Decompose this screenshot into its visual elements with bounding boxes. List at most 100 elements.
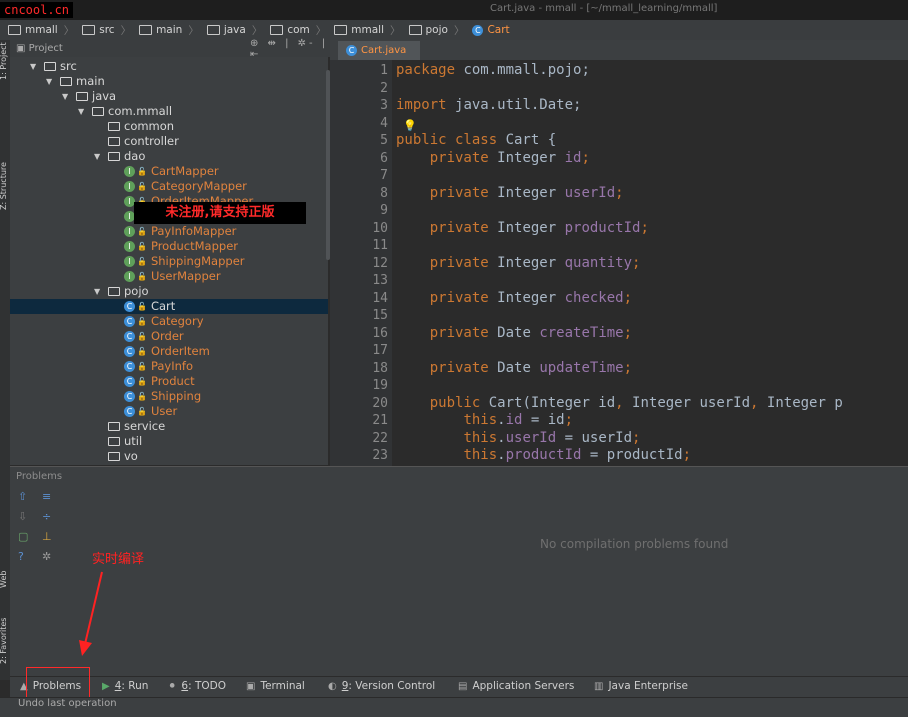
tree-item[interactable]: vo: [10, 449, 328, 464]
tree-item[interactable]: ▼ main: [10, 74, 328, 89]
tree-item[interactable]: I 🔓 ProductMapper: [10, 239, 328, 254]
tree-item[interactable]: C 🔓 PayInfo: [10, 359, 328, 374]
line-number: 20: [372, 395, 388, 411]
expand-arrow-icon[interactable]: ▼: [30, 59, 44, 74]
code-token: Integer p: [766, 394, 843, 411]
expand-arrow-icon[interactable]: ▼: [94, 284, 108, 299]
code-token: = id: [522, 412, 565, 428]
folder-icon: [8, 25, 21, 35]
folder-icon: [270, 25, 284, 35]
prev-problem-icon[interactable]: ⇩: [18, 510, 27, 523]
code-token: private: [429, 324, 498, 341]
tree-item[interactable]: C 🔓 User: [10, 404, 328, 419]
tree-item[interactable]: common: [10, 119, 328, 134]
structure-strip-button[interactable]: Z: Structure: [0, 162, 8, 210]
breadcrumb-item[interactable]: src 〉: [82, 23, 131, 38]
folder-icon: [206, 25, 220, 35]
folder-icon: [108, 287, 120, 296]
tree-item[interactable]: util: [10, 434, 328, 449]
tool-window-button[interactable]: ▣ Terminal: [246, 680, 305, 692]
breadcrumb-item[interactable]: pojo 〉: [408, 23, 465, 38]
code-token: this: [463, 429, 498, 446]
project-view-selector[interactable]: ▣ Project: [16, 43, 63, 54]
breadcrumb-separator: 〉: [453, 24, 465, 37]
export-icon[interactable]: ▢: [18, 530, 28, 543]
tree-item[interactable]: I 🔓 ShippingMapper: [10, 254, 328, 269]
project-folder-icon: ▣: [16, 43, 29, 54]
expand-all-icon[interactable]: ⇧: [18, 490, 27, 503]
code-token: ;: [632, 429, 641, 446]
tool-window-button[interactable]: ▤ Application Servers: [458, 680, 574, 692]
tree-item[interactable]: C 🔓 Category: [10, 314, 328, 329]
help-icon[interactable]: ?: [18, 550, 24, 563]
expand-arrow-icon[interactable]: ▼: [62, 89, 76, 104]
expand-arrow-icon[interactable]: ▼: [46, 74, 60, 89]
line-number: 15: [372, 308, 388, 323]
code-token: productId: [505, 447, 582, 463]
lightbulb-icon[interactable]: 💡: [403, 119, 417, 132]
project-strip-button[interactable]: 1: Project: [0, 42, 8, 80]
tree-item[interactable]: I 🔓 CategoryMapper: [10, 179, 328, 194]
tool-window-button[interactable]: ▥ Java Enterprise: [594, 680, 688, 692]
status-text: Undo last operation: [18, 698, 117, 709]
tree-item[interactable]: C 🔓 Shipping: [10, 389, 328, 404]
tree-item-label: util: [124, 434, 143, 448]
breadcrumb-item[interactable]: com 〉: [270, 23, 326, 38]
tool-window-label: Java Enterprise: [608, 680, 688, 692]
tree-item[interactable]: ▼ src: [10, 59, 328, 74]
tree-item[interactable]: ▼ java: [10, 89, 328, 104]
tool-window-button[interactable]: ◐ 9: Version Control: [328, 680, 435, 692]
autoscroll-icon[interactable]: ⊥: [42, 530, 52, 543]
breadcrumb-item[interactable]: mmall 〉: [334, 23, 401, 38]
tree-item-label: PayInfoMapper: [150, 224, 237, 238]
settings-icon[interactable]: ✲: [42, 550, 51, 563]
class-icon: C: [124, 316, 135, 327]
breadcrumb-item[interactable]: main 〉: [139, 23, 199, 38]
class-icon: C: [472, 24, 484, 36]
tree-item[interactable]: C 🔓 OrderItem: [10, 344, 328, 359]
interface-icon: I: [124, 241, 135, 252]
tree-item[interactable]: C 🔓 Order: [10, 329, 328, 344]
code-editor[interactable]: package com.mmall.pojo; import java.util.…: [392, 60, 908, 466]
folder-icon: [82, 25, 96, 35]
interface-icon: I: [124, 226, 135, 237]
tree-item[interactable]: service: [10, 419, 328, 434]
tool-window-button[interactable]: ⚫ 6: TODO: [168, 680, 226, 692]
tree-item[interactable]: I 🔓 CartMapper: [10, 164, 328, 179]
favorites-strip-button[interactable]: 2: Favorites: [0, 618, 8, 664]
breadcrumb-item[interactable]: java 〉: [206, 23, 262, 38]
tree-item[interactable]: ▼ com.mmall: [10, 104, 328, 119]
tree-item-label: com.mmall: [108, 104, 173, 118]
no-problems-message: No compilation problems found: [540, 537, 729, 551]
collapse-all-icon[interactable]: ≡: [42, 490, 51, 503]
code-line: private Integer productId;: [396, 220, 649, 236]
tree-item[interactable]: controller: [10, 134, 328, 149]
tree-item[interactable]: C 🔓 Product: [10, 374, 328, 389]
breadcrumb-separator: 〉: [390, 24, 401, 37]
breadcrumb-item[interactable]: mmall 〉: [8, 23, 74, 38]
code-token: ,: [615, 394, 633, 411]
breadcrumb-item[interactable]: C Cart: [472, 24, 510, 36]
expand-arrow-icon[interactable]: ▼: [78, 104, 92, 119]
next-problem-icon[interactable]: ÷: [42, 510, 51, 523]
tree-item[interactable]: C 🔓 Cart: [10, 299, 328, 314]
editor-tab-cart[interactable]: C Cart.java: [338, 41, 420, 60]
expand-arrow-icon[interactable]: ▼: [94, 149, 108, 164]
tree-item[interactable]: ▼ dao: [10, 149, 328, 164]
code-token: private: [429, 359, 498, 376]
code-line: private Integer userId;: [396, 185, 624, 201]
tree-item[interactable]: I 🔓 UserMapper: [10, 269, 328, 284]
tool-window-button[interactable]: ▶ 4: Run: [102, 680, 148, 692]
terminal-icon: ▣: [246, 680, 256, 692]
problems-panel-title: Problems: [16, 471, 63, 482]
tree-item[interactable]: I 🔓 PayInfoMapper: [10, 224, 328, 239]
web-strip-button[interactable]: Web: [0, 571, 8, 588]
code-token: Integer userId: [632, 394, 751, 411]
code-token: this: [463, 447, 498, 463]
tree-item[interactable]: ▼ pojo: [10, 284, 328, 299]
interface-icon: I: [124, 181, 135, 192]
run-icon: ▶: [102, 680, 110, 692]
public-access-icon: 🔓: [137, 317, 147, 326]
